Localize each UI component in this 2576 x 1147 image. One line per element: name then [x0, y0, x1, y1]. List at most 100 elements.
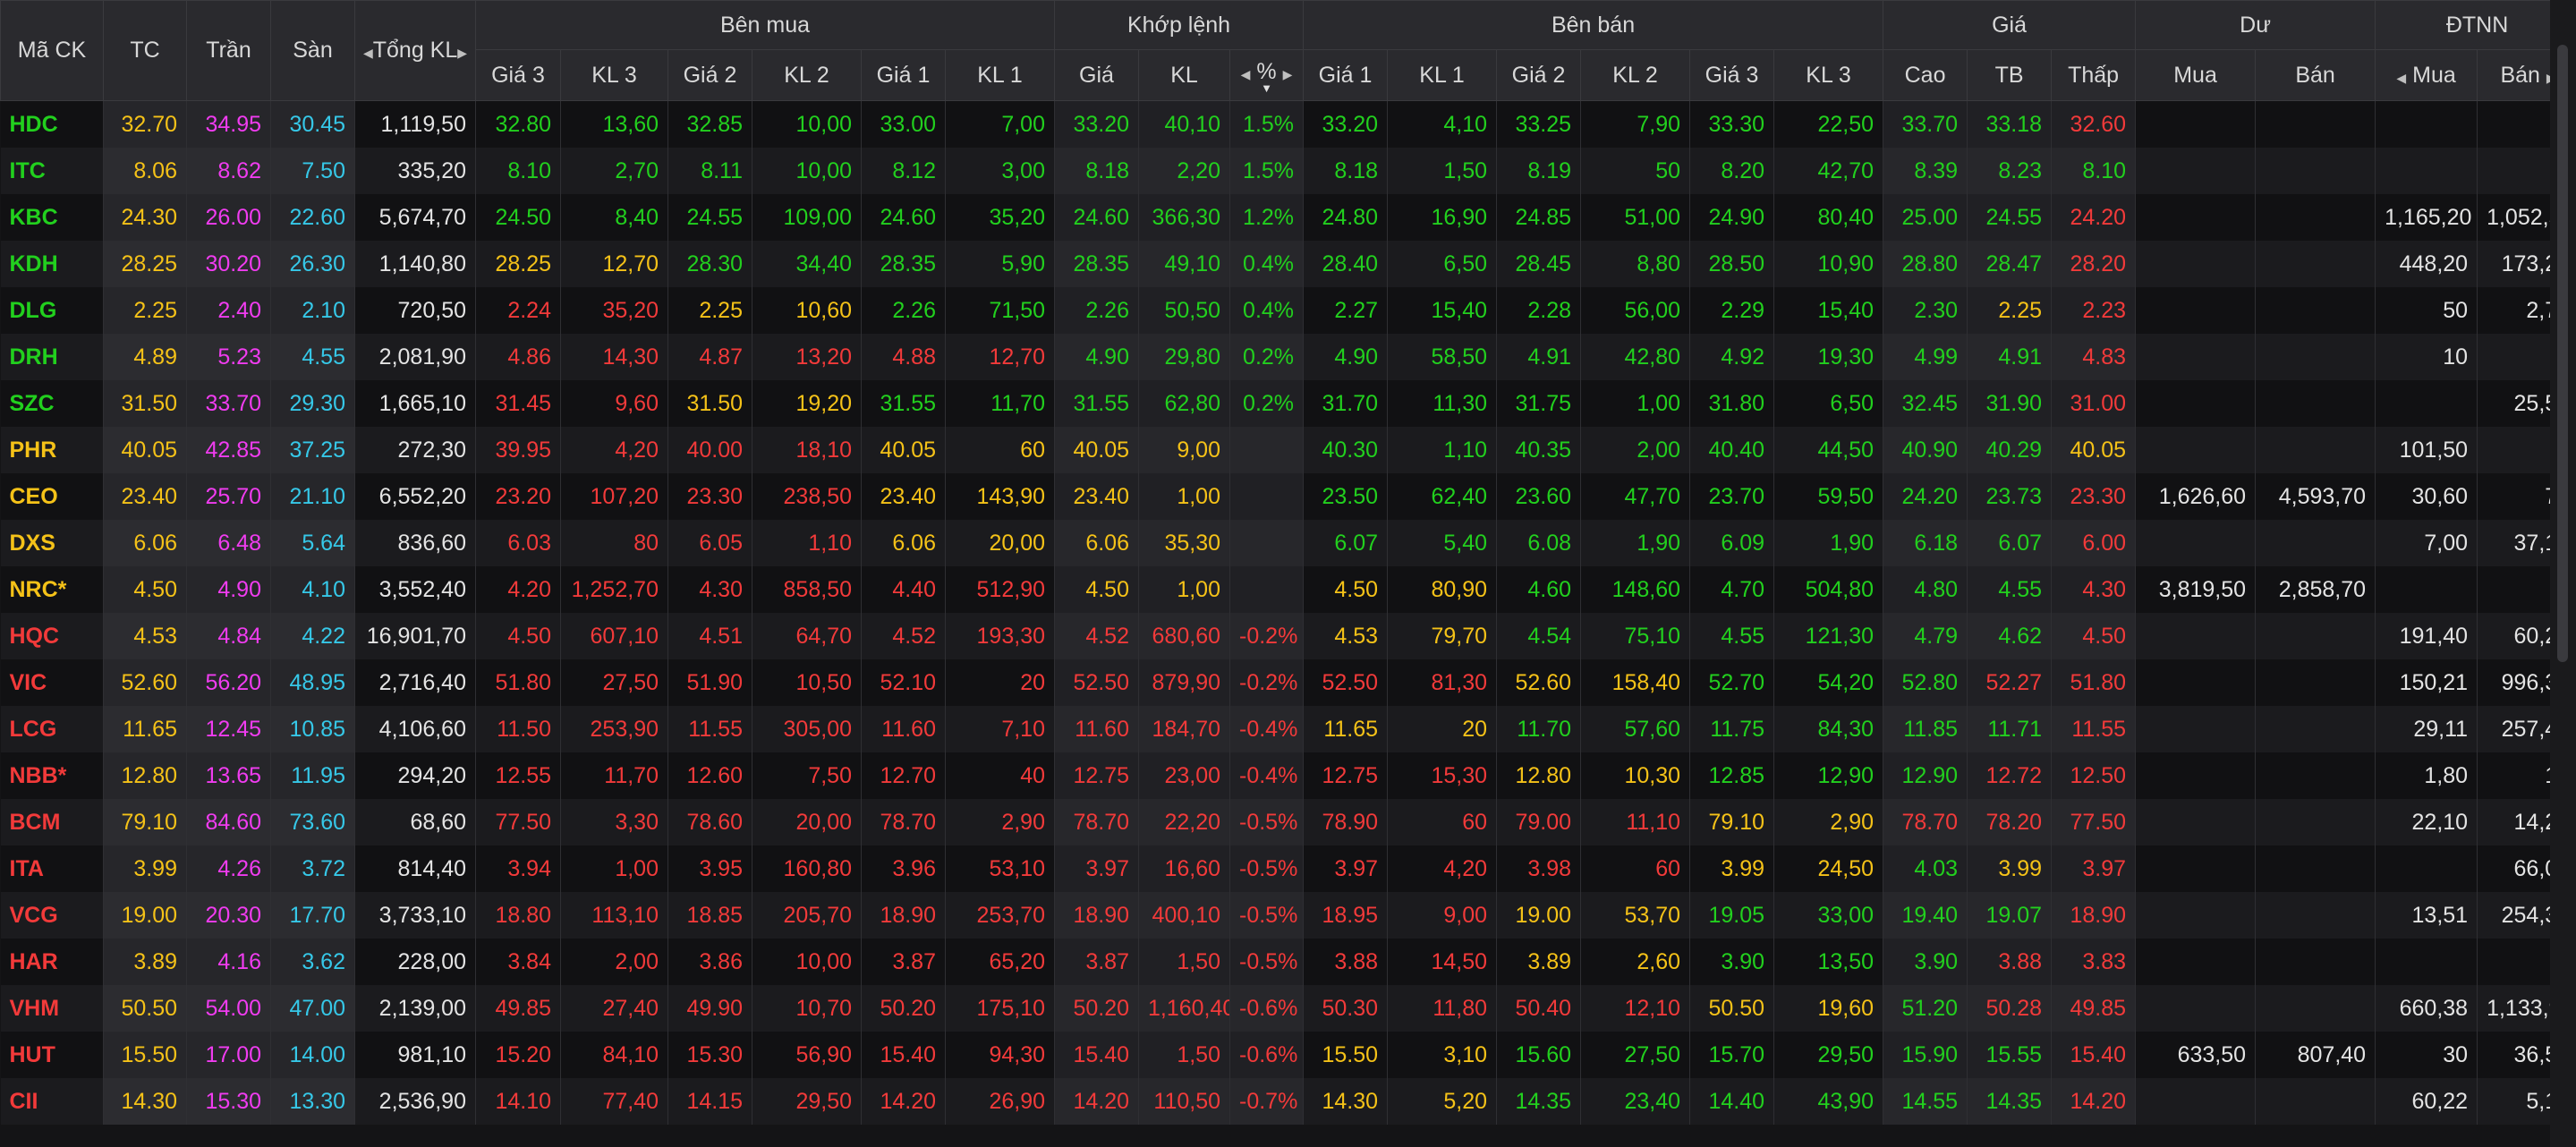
cell-symbol[interactable]: HQC [0, 613, 104, 659]
cell-ref: 2.25 [103, 287, 187, 334]
table-row[interactable]: HQC 4.53 4.84 4.22 16,901,70 4.50 607,10 4.51 64… [0, 613, 2576, 659]
table-row[interactable]: HAR 3.89 4.16 3.62 228,00 3.84 2,00 3.86 10,00 3.… [0, 939, 2576, 985]
header-bid1[interactable]: Giá 1 [861, 49, 946, 101]
cell-ask1: 4.50 [1303, 566, 1389, 613]
header-high[interactable]: Cao [1883, 49, 1968, 101]
cell-bid1: 18.90 [861, 892, 946, 939]
cell-ask1: 50.30 [1303, 985, 1389, 1032]
header-bv2[interactable]: KL 2 [752, 49, 862, 101]
table-row[interactable]: HDC 32.70 34.95 30.45 1,119,50 32.80 13,60 32.8… [0, 100, 2576, 148]
cell-symbol[interactable]: ITA [0, 845, 104, 892]
cell-symbol[interactable]: NRC* [0, 566, 104, 613]
header-match-volume[interactable]: KL [1138, 49, 1230, 101]
cell-low: 49.85 [2051, 985, 2137, 1032]
cell-ask2: 28.45 [1496, 241, 1582, 287]
table-row[interactable]: ITC 8.06 8.62 7.50 335,20 8.10 2,70 8.11 10,00 8.… [0, 148, 2576, 194]
header-bv1[interactable]: KL 1 [945, 49, 1055, 101]
cell-symbol[interactable]: HDC [0, 100, 104, 148]
table-row[interactable]: PHR 40.05 42.85 37.25 272,30 39.95 4,20 40.00 18… [0, 427, 2576, 473]
cell-symbol[interactable]: BCM [0, 799, 104, 845]
header-remain-sell[interactable]: Bán [2255, 49, 2376, 101]
cell-bid-vol1: 53,10 [945, 845, 1055, 892]
cell-bid-vol1: 26,90 [945, 1078, 1055, 1125]
header-ceil[interactable]: Trần [186, 0, 271, 101]
scrollbar-thumb[interactable] [2557, 45, 2568, 662]
header-bv3[interactable]: KL 3 [560, 49, 668, 101]
header-symbol[interactable]: Mã CK [0, 0, 104, 101]
cell-symbol[interactable]: VCG [0, 892, 104, 939]
header-percent[interactable]: ◀ % ▶ ▼ [1228, 49, 1305, 101]
header-ask3[interactable]: Giá 3 [1689, 49, 1775, 101]
header-foreign-buy[interactable]: ◀ Mua [2375, 49, 2478, 101]
cell-symbol[interactable]: LCG [0, 706, 104, 752]
cell-symbol[interactable]: CII [0, 1078, 104, 1125]
cell-symbol[interactable]: NBB* [0, 752, 104, 799]
cell-symbol[interactable]: SZC [0, 380, 104, 427]
cell-symbol[interactable]: HUT [0, 1032, 104, 1078]
caret-left-icon[interactable]: ◀ [363, 46, 373, 60]
table-row[interactable]: SZC 31.50 33.70 29.30 1,665,10 31.45 9,60 31.50… [0, 380, 2576, 427]
cell-avg: 52.27 [1967, 659, 2053, 706]
table-row[interactable]: DLG 2.25 2.40 2.10 720,50 2.24 35,20 2.25 10,60 2… [0, 287, 2576, 334]
cell-floor: 2.10 [270, 287, 355, 334]
cell-match-volume: 110,50 [1138, 1078, 1230, 1125]
header-match-price[interactable]: Giá [1054, 49, 1139, 101]
cell-symbol[interactable]: DRH [0, 334, 104, 380]
caret-left-icon[interactable]: ◀ [1241, 67, 1251, 81]
cell-symbol[interactable]: HAR [0, 939, 104, 985]
table-row[interactable]: DRH 4.89 5.23 4.55 2,081,90 4.86 14,30 4.87 13,2… [0, 334, 2576, 380]
table-row[interactable]: KBC 24.30 26.00 22.60 5,674,70 24.50 8,40 24.55… [0, 194, 2576, 241]
vertical-scrollbar[interactable] [2550, 0, 2576, 1147]
cell-symbol[interactable]: VIC [0, 659, 104, 706]
cell-symbol[interactable]: KBC [0, 194, 104, 241]
cell-symbol[interactable]: VHM [0, 985, 104, 1032]
cell-ref: 6.06 [103, 520, 187, 566]
table-row[interactable]: KDH 28.25 30.20 26.30 1,140,80 28.25 12,70 28.3… [0, 241, 2576, 287]
header-av1[interactable]: KL 1 [1387, 49, 1498, 101]
cell-symbol[interactable]: PHR [0, 427, 104, 473]
cell-symbol[interactable]: DXS [0, 520, 104, 566]
header-bid3[interactable]: Giá 3 [475, 49, 561, 101]
cell-symbol[interactable]: DLG [0, 287, 104, 334]
caret-right-icon[interactable]: ▶ [457, 46, 467, 60]
table-row[interactable]: VHM 50.50 54.00 47.00 2,139,00 49.85 27,40 49.9… [0, 985, 2576, 1032]
cell-symbol[interactable]: ITC [0, 148, 104, 194]
header-floor[interactable]: Sàn [270, 0, 355, 101]
table-row[interactable]: HUT 15.50 17.00 14.00 981,10 15.20 84,10 15.30 5… [0, 1032, 2576, 1078]
header-ref[interactable]: TC [103, 0, 187, 101]
header-ask1[interactable]: Giá 1 [1303, 49, 1389, 101]
table-row[interactable]: LCG 11.65 12.45 10.85 4,106,60 11.50 253,90 11.… [0, 706, 2576, 752]
table-row[interactable]: DXS 6.06 6.48 5.64 836,60 6.03 80 6.05 1,10 6.06 2… [0, 520, 2576, 566]
cell-high: 19.40 [1883, 892, 1968, 939]
table-row[interactable]: NBB* 12.80 13.65 11.95 294,20 12.55 11,70 12.60… [0, 752, 2576, 799]
cell-bid2: 32.85 [667, 100, 752, 148]
cell-bid1: 3.96 [861, 845, 946, 892]
cell-avg: 2.25 [1967, 287, 2053, 334]
cell-symbol[interactable]: KDH [0, 241, 104, 287]
cell-bid-vol1: 20 [945, 659, 1055, 706]
caret-right-icon[interactable]: ▶ [1283, 67, 1293, 81]
header-low[interactable]: Thấp [2051, 49, 2137, 101]
caret-left-icon[interactable]: ◀ [2396, 71, 2406, 85]
table-row[interactable]: BCM 79.10 84.60 73.60 68,60 77.50 3,30 78.60 20,… [0, 799, 2576, 845]
header-av2[interactable]: KL 2 [1580, 49, 1691, 101]
table-row[interactable]: VIC 52.60 56.20 48.95 2,716,40 51.80 27,50 51.9… [0, 659, 2576, 706]
cell-ceil: 20.30 [186, 892, 271, 939]
cell-total-volume: 1,119,50 [354, 100, 476, 148]
cell-match-volume: 35,30 [1138, 520, 1230, 566]
cell-bid-vol2: 7,50 [752, 752, 862, 799]
header-av3[interactable]: KL 3 [1773, 49, 1884, 101]
table-row[interactable]: CII 14.30 15.30 13.30 2,536,90 14.10 77,40 14.1… [0, 1078, 2576, 1125]
header-matched: Khớp lệnh [1053, 0, 1305, 50]
header-ask2[interactable]: Giá 2 [1496, 49, 1582, 101]
table-row[interactable]: ITA 3.99 4.26 3.72 814,40 3.94 1,00 3.95 160,80 3… [0, 845, 2576, 892]
table-row[interactable]: NRC* 4.50 4.90 4.10 3,552,40 4.20 1,252,70 4.30… [0, 566, 2576, 613]
sort-desc-icon[interactable]: ▼ [1230, 82, 1303, 94]
header-avg[interactable]: TB [1967, 49, 2053, 101]
header-bid2[interactable]: Giá 2 [667, 49, 752, 101]
cell-symbol[interactable]: CEO [0, 473, 104, 520]
table-row[interactable]: VCG 19.00 20.30 17.70 3,733,10 18.80 113,10 18.… [0, 892, 2576, 939]
table-row[interactable]: CEO 23.40 25.70 21.10 6,552,20 23.20 107,20 23.… [0, 473, 2576, 520]
header-remain-buy[interactable]: Mua [2135, 49, 2257, 101]
header-total-volume[interactable]: ◀Tổng KL▶ [354, 0, 476, 101]
